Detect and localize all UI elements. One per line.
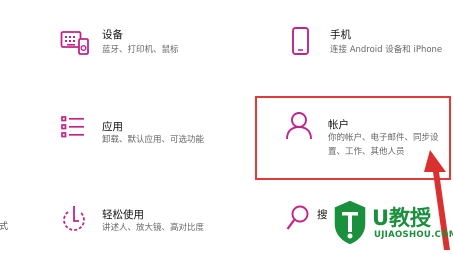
- tile-description: 蓝牙、打印机、鼠标: [102, 45, 179, 55]
- watermark-logo: [330, 198, 370, 246]
- watermark: U教授 UJIAOSHOU.COM: [330, 196, 453, 250]
- ease-of-access-icon: [60, 204, 88, 234]
- tile-title: 应用: [102, 121, 123, 133]
- watermark-brand: U教授: [372, 206, 432, 230]
- tile-description: 卸载、默认应用、可选功能: [102, 135, 205, 145]
- tile-title: 轻松使用: [102, 209, 144, 221]
- tile-title: 手机: [330, 29, 351, 41]
- watermark-url: UJIAOSHOU.COM: [374, 230, 453, 240]
- settings-tile-ease-of-access[interactable]: 轻松使用 讲述人、放大镜、高对比度: [60, 204, 250, 248]
- search-icon: [285, 204, 311, 232]
- phone-icon: [290, 26, 312, 58]
- settings-tile-apps[interactable]: 应用 卸载、默认应用、可选功能: [60, 112, 250, 156]
- tile-description: 连接 Android 设备和 iPhone: [330, 45, 443, 55]
- settings-tile-devices[interactable]: 设备 蓝牙、打印机、鼠标: [60, 22, 250, 66]
- edge-label: 模式: [0, 222, 9, 232]
- keyboard-speaker-icon: [60, 28, 90, 56]
- settings-tile-phone[interactable]: 手机 连接 Android 设备和 iPhone: [288, 22, 453, 66]
- apps-list-icon: [60, 114, 86, 140]
- tile-description: 讲述人、放大镜、高对比度: [102, 223, 205, 233]
- tile-title: 设备: [102, 29, 123, 41]
- tile-title: 搜: [317, 209, 328, 221]
